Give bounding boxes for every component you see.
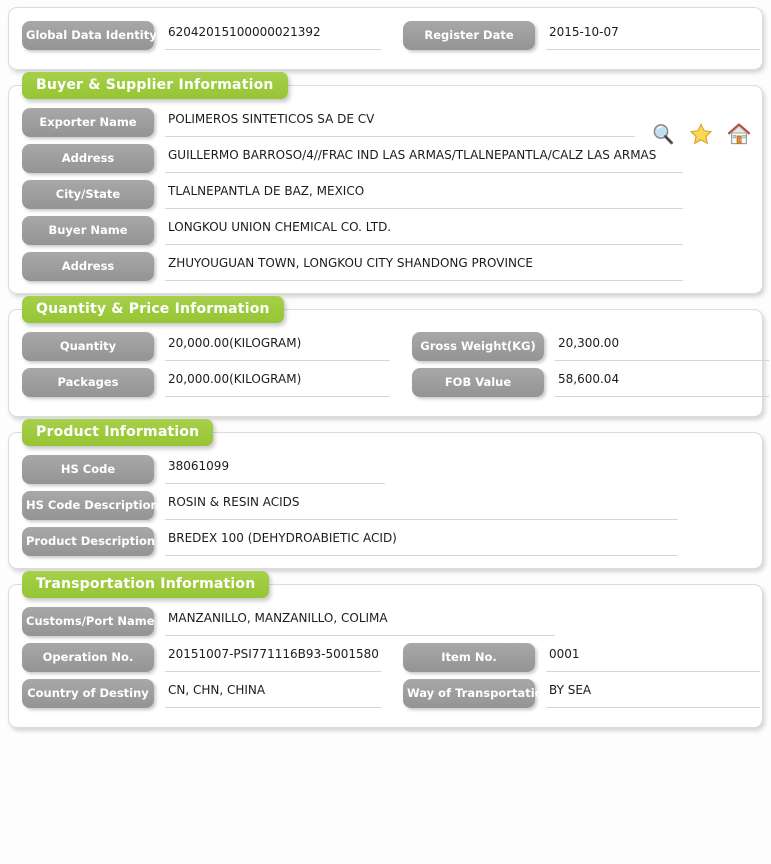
fob-value-value-wrap: 58,600.04	[555, 368, 769, 397]
customs-port-name-value: MANZANILLO, MANZANILLO, COLIMA	[168, 611, 388, 625]
quantity-price-panel: Quantity & Price Information Quantity 20…	[8, 296, 769, 417]
global-data-identity-label: Global Data Identity	[22, 21, 157, 50]
operation-no-value-wrap: 20151007-PSI771116B93-5001580	[165, 643, 381, 672]
register-date-value-wrap: 2015-10-07	[546, 21, 760, 50]
fob-value-label: FOB Value	[412, 368, 544, 397]
country-of-destiny-value-wrap: CN, CHN, CHINA	[165, 679, 381, 708]
city-state-field: City/State TLALNEPANTLA DE BAZ, MEXICO	[9, 180, 762, 209]
global-data-identity-value-wrap: 62042015100000021392	[165, 21, 381, 50]
header-panel: Global Data Identity 6204201510000002139…	[8, 7, 763, 70]
way-of-transportation-field: Way of Transportation BY SEA	[403, 679, 760, 708]
buyer-name-label: Buyer Name	[22, 216, 154, 245]
hs-code-value: 38061099	[168, 459, 230, 473]
fob-value-field: FOB Value 58,600.04	[412, 368, 769, 397]
packages-value-wrap: 20,000.00(KILOGRAM)	[165, 368, 390, 397]
item-no-label: Item No.	[403, 643, 535, 672]
buyer-supplier-section-title: Buyer & Supplier Information	[22, 72, 288, 99]
item-no-field: Item No. 0001	[403, 643, 760, 672]
star-icon[interactable]	[689, 122, 713, 146]
country-of-destiny-value: CN, CHN, CHINA	[168, 683, 266, 697]
hs-code-field: HS Code 38061099	[9, 455, 762, 484]
hs-code-description-value-wrap: ROSIN & RESIN ACIDS	[165, 491, 678, 520]
header-row: Global Data Identity 6204201510000002139…	[9, 21, 762, 50]
search-icon[interactable]	[651, 122, 675, 146]
home-icon[interactable]	[727, 122, 751, 146]
register-date-field: Register Date 2015-10-07	[403, 21, 760, 50]
packages-field: Packages 20,000.00(KILOGRAM)	[22, 368, 390, 397]
global-data-identity-value: 62042015100000021392	[168, 25, 321, 39]
item-no-value-wrap: 0001	[546, 643, 760, 672]
fob-value-value: 58,600.04	[558, 372, 620, 386]
product-description-label: Product Description	[22, 527, 155, 556]
product-description-field: Product Description BREDEX 100 (DEHYDROA…	[9, 527, 762, 556]
exporter-address-value: GUILLERMO BARROSO/4//FRAC IND LAS ARMAS/…	[168, 148, 657, 162]
hs-code-description-field: HS Code Description ROSIN & RESIN ACIDS	[9, 491, 762, 520]
product-description-value: BREDEX 100 (DEHYDROABIETIC ACID)	[168, 531, 397, 545]
way-of-transportation-value: BY SEA	[549, 683, 592, 697]
exporter-address-field: Address GUILLERMO BARROSO/4//FRAC IND LA…	[9, 144, 762, 173]
buyer-name-field: Buyer Name LONGKOU UNION CHEMICAL CO. LT…	[9, 216, 762, 245]
city-state-value-wrap: TLALNEPANTLA DE BAZ, MEXICO	[165, 180, 683, 209]
customs-port-name-label: Customs/Port Name	[22, 607, 155, 636]
customs-port-name-value-wrap: MANZANILLO, MANZANILLO, COLIMA	[165, 607, 555, 636]
quantity-value: 20,000.00(KILOGRAM)	[168, 336, 302, 350]
packages-row: Packages 20,000.00(KILOGRAM) FOB Value 5…	[9, 368, 769, 397]
hs-code-value-wrap: 38061099	[165, 455, 385, 484]
hs-code-label: HS Code	[22, 455, 154, 484]
buyer-address-label: Address	[22, 252, 154, 281]
packages-value: 20,000.00(KILOGRAM)	[168, 372, 302, 386]
trade-record-page: Global Data Identity 6204201510000002139…	[0, 0, 771, 864]
transportation-panel: Transportation Information Customs/Port …	[8, 571, 763, 728]
exporter-address-label: Address	[22, 144, 154, 173]
exporter-name-label: Exporter Name	[22, 108, 154, 137]
gross-weight-value-wrap: 20,300.00	[555, 332, 769, 361]
quantity-field: Quantity 20,000.00(KILOGRAM)	[22, 332, 390, 361]
global-data-identity-field: Global Data Identity 6204201510000002139…	[22, 21, 381, 50]
customs-port-name-field: Customs/Port Name MANZANILLO, MANZANILLO…	[9, 607, 762, 636]
gross-weight-label: Gross Weight(KG)	[412, 332, 544, 361]
exporter-name-value-wrap: POLIMEROS SINTETICOS SA DE CV	[165, 108, 635, 137]
hs-code-description-value: ROSIN & RESIN ACIDS	[168, 495, 300, 509]
transportation-section-title: Transportation Information	[22, 571, 270, 598]
operation-item-row: Operation No. 20151007-PSI771116B93-5001…	[9, 643, 762, 672]
exporter-address-value-wrap: GUILLERMO BARROSO/4//FRAC IND LAS ARMAS/…	[165, 144, 683, 173]
action-icon-bar	[651, 122, 751, 146]
buyer-supplier-panel: Buyer & Supplier Information Exporter Na…	[8, 72, 763, 294]
country-of-destiny-label: Country of Destiny	[22, 679, 154, 708]
buyer-name-value-wrap: LONGKOU UNION CHEMICAL CO. LTD.	[165, 216, 683, 245]
quantity-price-section-title: Quantity & Price Information	[22, 296, 284, 323]
way-of-transportation-label: Way of Transportation	[403, 679, 551, 708]
quantity-row: Quantity 20,000.00(KILOGRAM) Gross Weigh…	[9, 332, 769, 361]
operation-no-value: 20151007-PSI771116B93-5001580	[168, 647, 379, 661]
gross-weight-value: 20,300.00	[558, 336, 620, 350]
hs-code-description-label: HS Code Description	[22, 491, 159, 520]
buyer-address-value: ZHUYOUGUAN TOWN, LONGKOU CITY SHANDONG P…	[168, 256, 533, 270]
packages-label: Packages	[22, 368, 154, 397]
city-state-label: City/State	[22, 180, 154, 209]
exporter-name-field: Exporter Name POLIMEROS SINTETICOS SA DE…	[9, 108, 762, 137]
destiny-transport-row: Country of Destiny CN, CHN, CHINA Way of…	[9, 679, 762, 708]
country-of-destiny-field: Country of Destiny CN, CHN, CHINA	[22, 679, 381, 708]
register-date-value: 2015-10-07	[549, 25, 619, 39]
operation-no-field: Operation No. 20151007-PSI771116B93-5001…	[22, 643, 381, 672]
product-section-title: Product Information	[22, 419, 214, 446]
way-of-transportation-value-wrap: BY SEA	[546, 679, 760, 708]
product-description-value-wrap: BREDEX 100 (DEHYDROABIETIC ACID)	[165, 527, 678, 556]
buyer-address-value-wrap: ZHUYOUGUAN TOWN, LONGKOU CITY SHANDONG P…	[165, 252, 683, 281]
register-date-label: Register Date	[403, 21, 535, 50]
operation-no-label: Operation No.	[22, 643, 154, 672]
buyer-name-value: LONGKOU UNION CHEMICAL CO. LTD.	[168, 220, 392, 234]
exporter-name-value: POLIMEROS SINTETICOS SA DE CV	[168, 112, 375, 126]
gross-weight-field: Gross Weight(KG) 20,300.00	[412, 332, 769, 361]
quantity-value-wrap: 20,000.00(KILOGRAM)	[165, 332, 390, 361]
product-panel: Product Information HS Code 38061099 HS …	[8, 419, 763, 569]
item-no-value: 0001	[549, 647, 580, 661]
quantity-label: Quantity	[22, 332, 154, 361]
buyer-address-field: Address ZHUYOUGUAN TOWN, LONGKOU CITY SH…	[9, 252, 762, 281]
city-state-value: TLALNEPANTLA DE BAZ, MEXICO	[168, 184, 365, 198]
